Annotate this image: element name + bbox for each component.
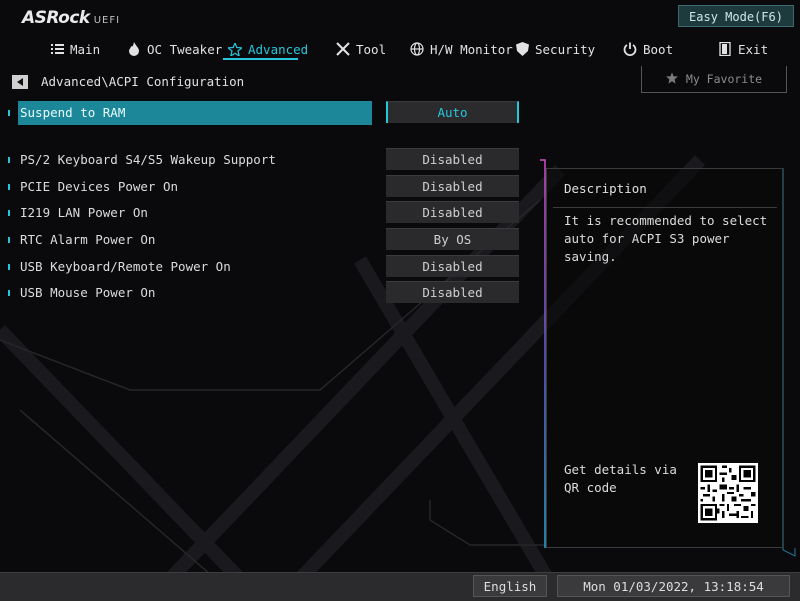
back-button[interactable] [12, 75, 28, 89]
tab-boot[interactable]: Boot [623, 38, 673, 60]
setting-label: USB Mouse Power On [20, 285, 156, 300]
main-nav: Main OC Tweaker Advanced Tool H/W Monito… [0, 38, 800, 62]
flame-icon [127, 42, 141, 56]
setting-value-dropdown[interactable]: Disabled [386, 148, 519, 170]
power-icon [623, 42, 637, 56]
tab-tool[interactable]: Tool [336, 38, 386, 60]
shield-icon [515, 42, 529, 56]
setting-label: Suspend to RAM [20, 105, 126, 120]
setting-row-usb-keyboard-remote-power-on[interactable]: USB Keyboard/Remote Power On Disabled [0, 255, 530, 279]
active-tab-indicator [223, 58, 298, 60]
qr-code-icon [698, 463, 758, 523]
setting-row-ps2-keyboard-wakeup[interactable]: PS/2 Keyboard S4/S5 Wakeup Support Disab… [0, 148, 530, 172]
setting-row-rtc-alarm-power-on[interactable]: RTC Alarm Power On By OS [0, 228, 530, 252]
favorite-label: My Favorite [685, 72, 763, 86]
setting-row-pcie-devices-power-on[interactable]: PCIE Devices Power On Disabled [0, 175, 530, 199]
description-divider [553, 207, 777, 208]
list-icon [50, 42, 64, 56]
setting-label: I219 LAN Power On [20, 205, 148, 220]
tab-tool-label: Tool [356, 41, 387, 57]
tab-advanced-label: Advanced [248, 41, 309, 57]
setting-label: RTC Alarm Power On [20, 232, 156, 247]
asrock-logo: ASRock UEFI [22, 8, 120, 28]
logo-text: ASRock [22, 8, 90, 28]
setting-value-dropdown[interactable]: Auto [386, 101, 519, 123]
tools-icon [336, 42, 350, 56]
tab-oc-tweaker-label: OC Tweaker [147, 41, 223, 57]
setting-value-dropdown[interactable]: Disabled [386, 281, 519, 303]
exit-icon [718, 42, 732, 56]
datetime-display: Mon 01/03/2022, 13:18:54 [557, 575, 790, 597]
globe-icon [410, 42, 424, 56]
setting-value-dropdown[interactable]: By OS [386, 228, 519, 250]
setting-row-usb-mouse-power-on[interactable]: USB Mouse Power On Disabled [0, 281, 530, 305]
row-marker [8, 237, 10, 243]
tab-main[interactable]: Main [50, 38, 100, 60]
setting-value-dropdown[interactable]: Disabled [386, 255, 519, 277]
row-marker [8, 210, 10, 216]
tab-hw-monitor-label: H/W Monitor [430, 41, 513, 57]
my-favorite-button[interactable]: My Favorite [641, 66, 787, 93]
tab-hw-monitor[interactable]: H/W Monitor [410, 38, 513, 60]
tab-security[interactable]: Security [515, 38, 595, 60]
setting-label: PS/2 Keyboard S4/S5 Wakeup Support [20, 152, 276, 167]
setting-row-i219-lan-power-on[interactable]: I219 LAN Power On Disabled [0, 201, 530, 225]
logo-subtext: UEFI [93, 15, 121, 26]
row-marker [8, 264, 10, 270]
setting-row-suspend-to-ram[interactable]: Suspend to RAM Auto [0, 101, 530, 125]
tab-boot-label: Boot [643, 41, 674, 57]
tab-security-label: Security [535, 41, 596, 57]
setting-label: USB Keyboard/Remote Power On [20, 259, 231, 274]
row-marker [8, 157, 10, 163]
setting-value-dropdown[interactable]: Disabled [386, 201, 519, 223]
tab-advanced[interactable]: Advanced [228, 38, 308, 60]
breadcrumb: Advanced\ACPI Configuration [41, 74, 245, 89]
favorite-star-icon [665, 71, 678, 87]
language-button[interactable]: English [473, 575, 547, 597]
row-marker [8, 290, 10, 296]
description-panel: Description It is recommended to select … [546, 168, 783, 548]
setting-label: PCIE Devices Power On [20, 179, 179, 194]
tab-exit[interactable]: Exit [718, 38, 768, 60]
tab-main-label: Main [70, 41, 101, 57]
description-text: It is recommended to select auto for ACP… [564, 213, 768, 264]
description-title: Description [564, 181, 647, 196]
star-icon [228, 42, 242, 56]
tab-exit-label: Exit [738, 41, 769, 57]
footer-bar: English Mon 01/03/2022, 13:18:54 [0, 572, 800, 601]
easy-mode-button[interactable]: Easy Mode(F6) [678, 5, 794, 27]
row-marker [8, 184, 10, 190]
qr-caption: Get details via QR code [564, 462, 677, 495]
setting-value-dropdown[interactable]: Disabled [386, 175, 519, 197]
tab-oc-tweaker[interactable]: OC Tweaker [127, 38, 222, 60]
row-marker [8, 110, 10, 116]
